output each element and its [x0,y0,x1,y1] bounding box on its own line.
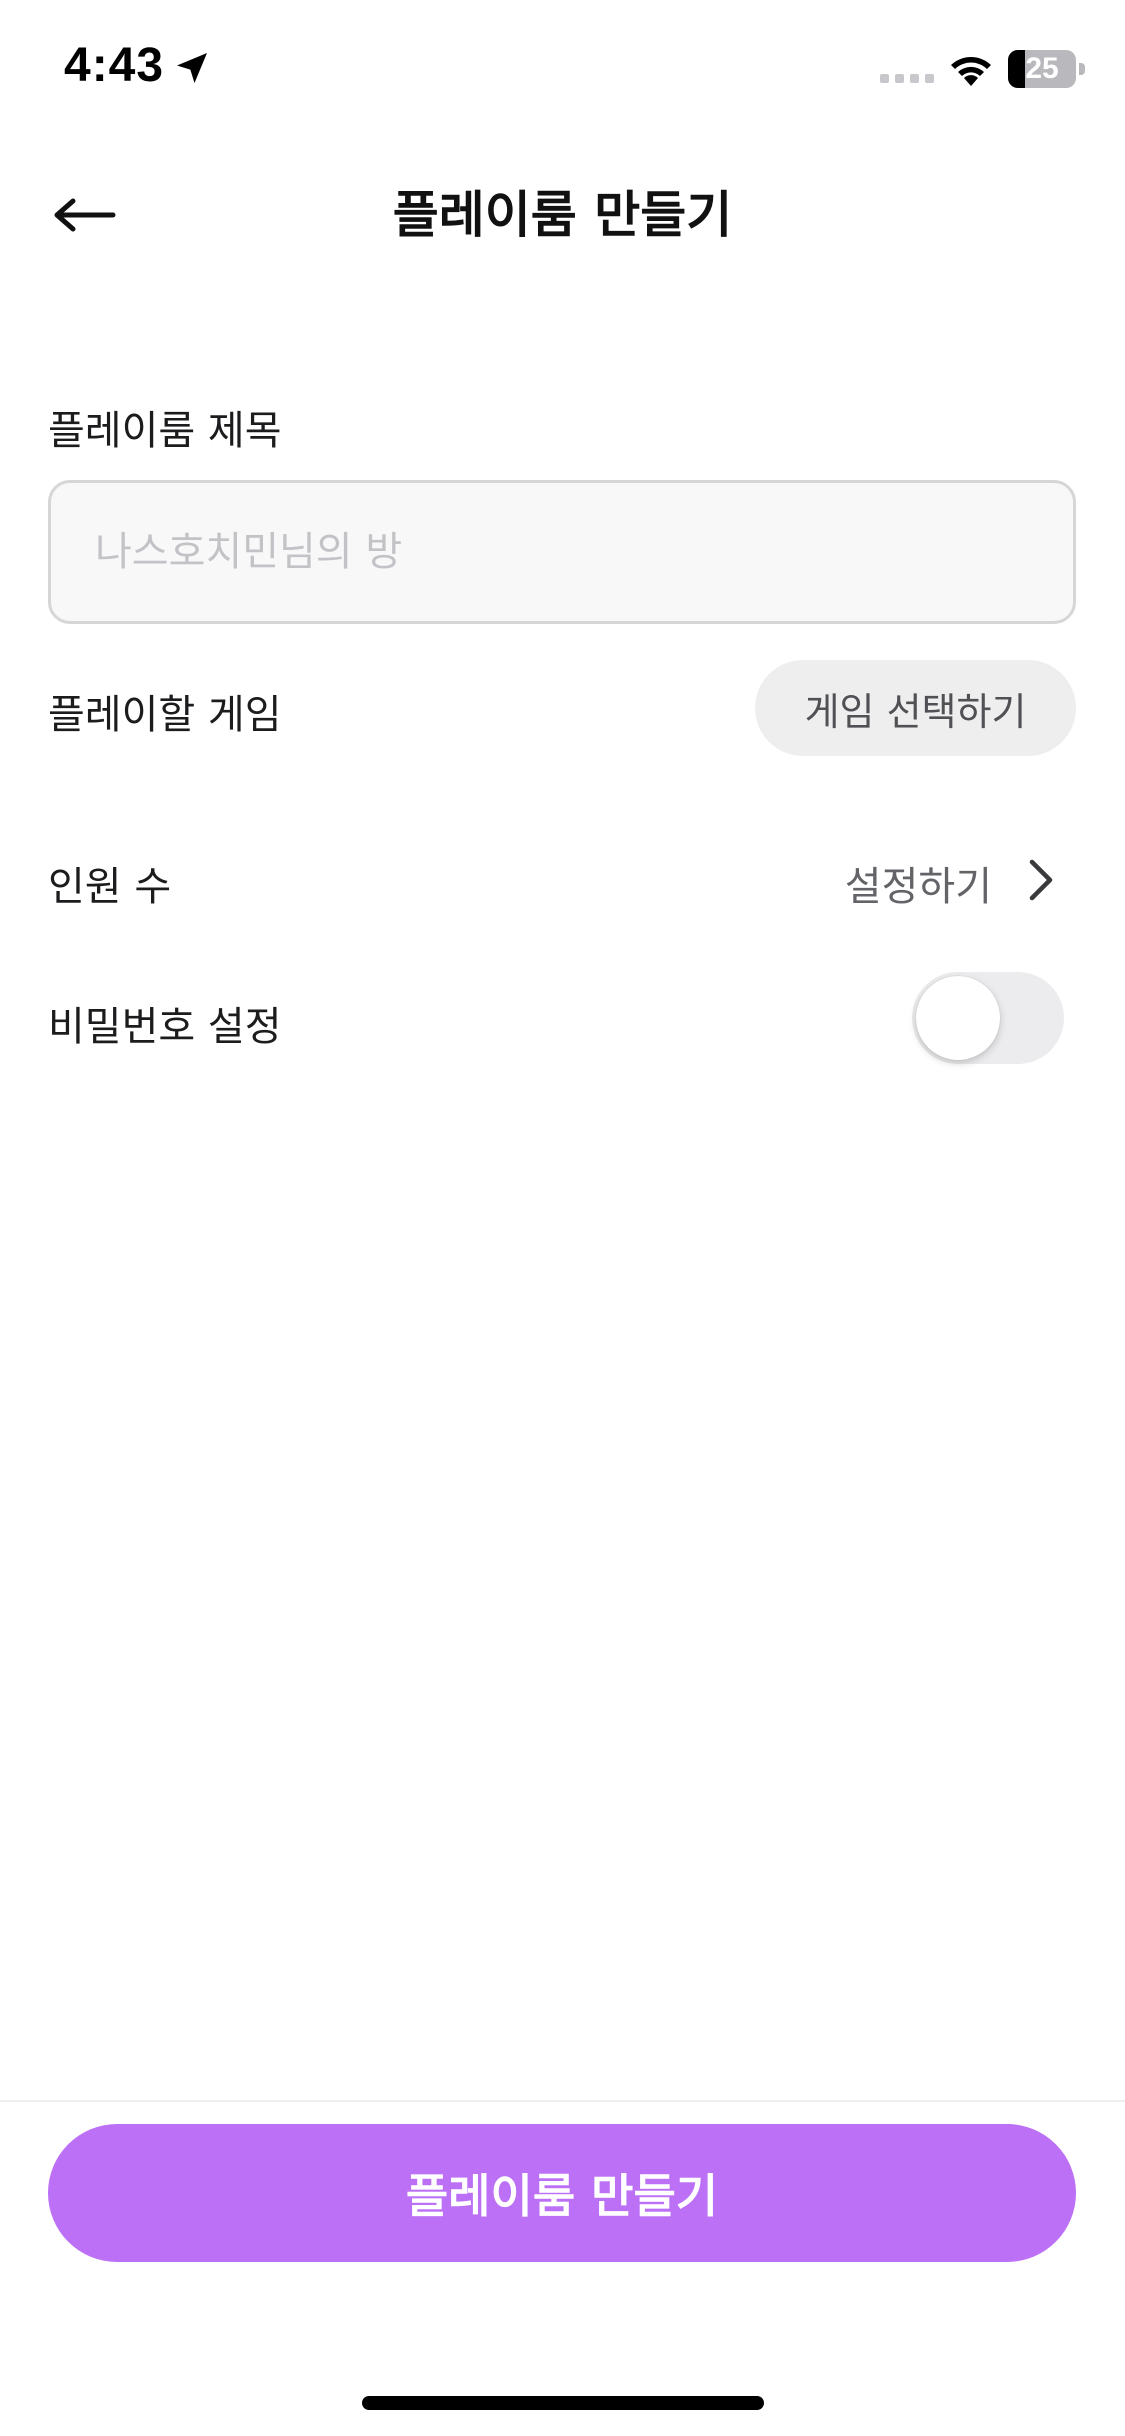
game-row: 플레이할 게임 게임 선택하기 [0,660,1125,756]
password-label: 비밀번호 설정 [48,1004,282,1050]
page-title: 플레이룸 만들기 [392,186,733,244]
cellular-signal-icon [880,74,934,83]
room-title-input[interactable] [48,480,1076,624]
status-time: 4:43 [64,39,165,92]
toggle-knob [916,976,1000,1060]
nav-bar: 플레이룸 만들기 [0,150,1125,280]
people-count-value: 설정하기 [844,864,992,910]
select-game-button[interactable]: 게임 선택하기 [755,660,1076,756]
wifi-icon [951,57,991,86]
password-row: 비밀번호 설정 [0,970,1125,1066]
create-playroom-button[interactable]: 플레이룸 만들기 [48,2124,1076,2262]
home-indicator [362,2396,764,2410]
status-bar: 4:43 25 [0,0,1125,140]
back-button[interactable] [40,180,130,250]
battery-icon: 25 [1008,50,1086,88]
room-title-label: 플레이룸 제목 [48,408,282,454]
password-toggle[interactable] [912,972,1064,1064]
battery-level: 25 [1025,52,1059,85]
chevron-right-icon [1029,859,1053,901]
location-arrow-icon [177,53,207,83]
bottom-divider [0,2100,1125,2102]
people-count-row[interactable]: 인원 수 설정하기 [0,834,1125,922]
arrow-left-icon [54,198,116,232]
game-label: 플레이할 게임 [48,692,282,738]
people-count-label: 인원 수 [48,864,172,910]
create-playroom-screen: 4:43 25 플레이룸 만들기 플레이룸 제목 나스호치민님의 방 플레이할 … [0,0,1125,2436]
